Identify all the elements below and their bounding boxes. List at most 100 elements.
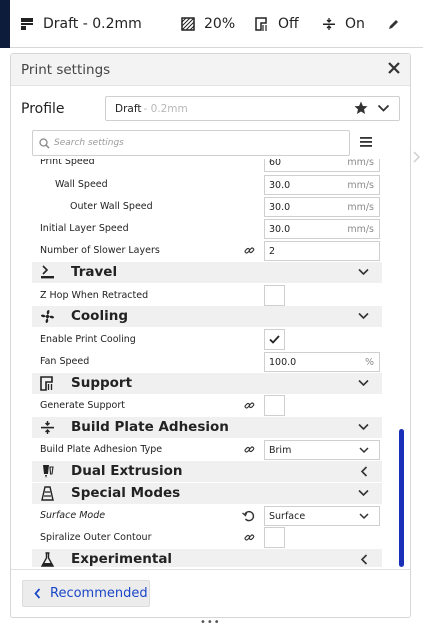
category-cooling[interactable]: Cooling (32, 306, 382, 327)
setting-fan-speed[interactable]: Fan Speed 100.0 % (32, 351, 382, 373)
category-dual-extrusion[interactable]: Dual Extrusion (32, 461, 382, 482)
setting-label: Fan Speed (40, 356, 90, 367)
category-support[interactable]: Support (32, 373, 382, 394)
chevron-right-icon (413, 151, 421, 163)
special-modes-icon (41, 486, 54, 501)
setting-initial-layer-speed[interactable]: Initial Layer Speed 30.0 mm/s (32, 218, 382, 240)
recommended-button[interactable]: Recommended (22, 580, 150, 607)
adhesion-type-dropdown[interactable]: Brim (264, 440, 380, 460)
setting-label: Generate Support (40, 400, 125, 411)
menu-icon[interactable] (360, 137, 372, 147)
category-travel[interactable]: Travel (32, 262, 382, 283)
panel-header: Print settings (11, 54, 410, 86)
search-input[interactable] (54, 138, 334, 148)
settings-list[interactable]: Print Speed 60 mm/s Wall Speed 30.0 mm/s… (32, 159, 392, 567)
support-icon (255, 16, 267, 31)
generate-support-checkbox[interactable] (264, 395, 285, 416)
window-edge (0, 0, 10, 48)
field-value: 60 (269, 159, 282, 168)
toolbar-adhesion[interactable]: On (322, 0, 365, 48)
flask-icon (40, 552, 55, 567)
slower-layers-field[interactable]: 2 (264, 241, 380, 261)
category-label: Travel (71, 264, 118, 280)
link-icon[interactable] (244, 532, 255, 543)
toolbar-infill[interactable]: 20% (181, 0, 235, 48)
edit-button[interactable] (388, 0, 408, 48)
outer-wall-speed-field[interactable]: 30.0 mm/s (264, 197, 380, 217)
infill-icon (181, 17, 195, 31)
setting-spiralize[interactable]: Spiralize Outer Contour (32, 527, 382, 549)
toolbar-infill-label: 20% (204, 16, 236, 32)
checkmark-icon (269, 335, 280, 344)
chevron-down-icon[interactable] (377, 104, 390, 113)
category-label: Cooling (71, 308, 128, 324)
toolbar-profile[interactable]: Draft - 0.2mm (20, 0, 142, 48)
setting-label: Enable Print Cooling (40, 334, 136, 345)
toolbar-support[interactable]: Off (255, 0, 299, 48)
chevron-down-icon (359, 447, 369, 454)
profile-label: Profile (21, 101, 65, 117)
setting-z-hop[interactable]: Z Hop When Retracted (32, 285, 382, 307)
print-setup-toolbar[interactable]: Draft - 0.2mm 20% Off On (10, 0, 423, 48)
link-icon[interactable] (244, 444, 255, 455)
setting-generate-support[interactable]: Generate Support (32, 395, 382, 417)
setting-label: Number of Slower Layers (40, 245, 160, 256)
chevron-left-icon (34, 588, 41, 599)
field-value: Brim (269, 444, 292, 456)
category-special-modes[interactable]: Special Modes (32, 483, 382, 504)
toolbar-profile-label: Draft - 0.2mm (43, 16, 142, 32)
initial-layer-speed-field[interactable]: 30.0 mm/s (264, 219, 380, 239)
support-icon (40, 376, 53, 391)
print-speed-field[interactable]: 60 mm/s (264, 159, 380, 172)
category-experimental[interactable]: Experimental (32, 549, 382, 567)
chevron-down-icon (358, 489, 369, 497)
link-icon[interactable] (244, 400, 255, 411)
profile-suffix: - 0.2mm (143, 102, 188, 115)
spiralize-checkbox[interactable] (264, 527, 285, 548)
enable-cooling-checkbox[interactable] (264, 329, 285, 350)
category-label: Support (71, 375, 133, 391)
z-hop-checkbox[interactable] (264, 285, 285, 306)
close-icon[interactable] (386, 60, 402, 76)
fan-speed-field[interactable]: 100.0 % (264, 352, 380, 372)
wall-speed-field[interactable]: 30.0 mm/s (264, 175, 380, 195)
chevron-down-icon (358, 379, 369, 387)
setting-slower-layers[interactable]: Number of Slower Layers 2 (32, 240, 382, 262)
setting-wall-speed[interactable]: Wall Speed 30.0 mm/s (32, 174, 382, 196)
setting-outer-wall-speed[interactable]: Outer Wall Speed 30.0 mm/s (32, 196, 382, 218)
fan-icon (41, 310, 54, 323)
scrollbar[interactable] (399, 429, 404, 567)
chevron-left-icon (360, 554, 368, 565)
surface-mode-dropdown[interactable]: Surface (264, 506, 380, 526)
setting-label: Build Plate Adhesion Type (40, 444, 163, 455)
field-unit: % (364, 357, 374, 368)
reset-icon[interactable] (242, 510, 255, 522)
setting-label: Spiralize Outer Contour (40, 532, 152, 543)
field-value: 30.0 (269, 201, 291, 213)
category-adhesion[interactable]: Build Plate Adhesion (32, 417, 382, 438)
extruder-icon (43, 465, 54, 478)
category-label: Build Plate Adhesion (71, 419, 229, 435)
panel-title: Print settings (21, 62, 111, 78)
star-icon[interactable] (354, 101, 368, 115)
chevron-down-icon (358, 423, 369, 431)
chevron-left-icon (360, 466, 368, 477)
field-value: 100.0 (269, 356, 297, 368)
setting-surface-mode[interactable]: Surface Mode Surface (32, 505, 382, 527)
profile-name: Draft (115, 102, 142, 115)
setting-adhesion-type[interactable]: Build Plate Adhesion Type Brim (32, 439, 382, 461)
adhesion-icon (41, 421, 54, 434)
setting-enable-cooling[interactable]: Enable Print Cooling (32, 329, 382, 351)
print-settings-panel: Print settings Profile Draft - 0.2mm Pri… (10, 53, 411, 618)
recommended-label: Recommended (50, 586, 148, 601)
chevron-down-icon (358, 268, 369, 276)
category-label: Dual Extrusion (71, 463, 183, 479)
pencil-icon (389, 19, 398, 29)
setting-print-speed[interactable]: Print Speed 60 mm/s (32, 159, 382, 173)
toolbar-adhesion-label: On (345, 16, 365, 32)
field-unit: mm/s (347, 180, 374, 191)
search-settings-box[interactable] (32, 130, 350, 156)
link-icon[interactable] (244, 245, 255, 256)
resize-handle[interactable]: ••• (200, 617, 221, 625)
setting-label: Surface Mode (40, 510, 106, 521)
